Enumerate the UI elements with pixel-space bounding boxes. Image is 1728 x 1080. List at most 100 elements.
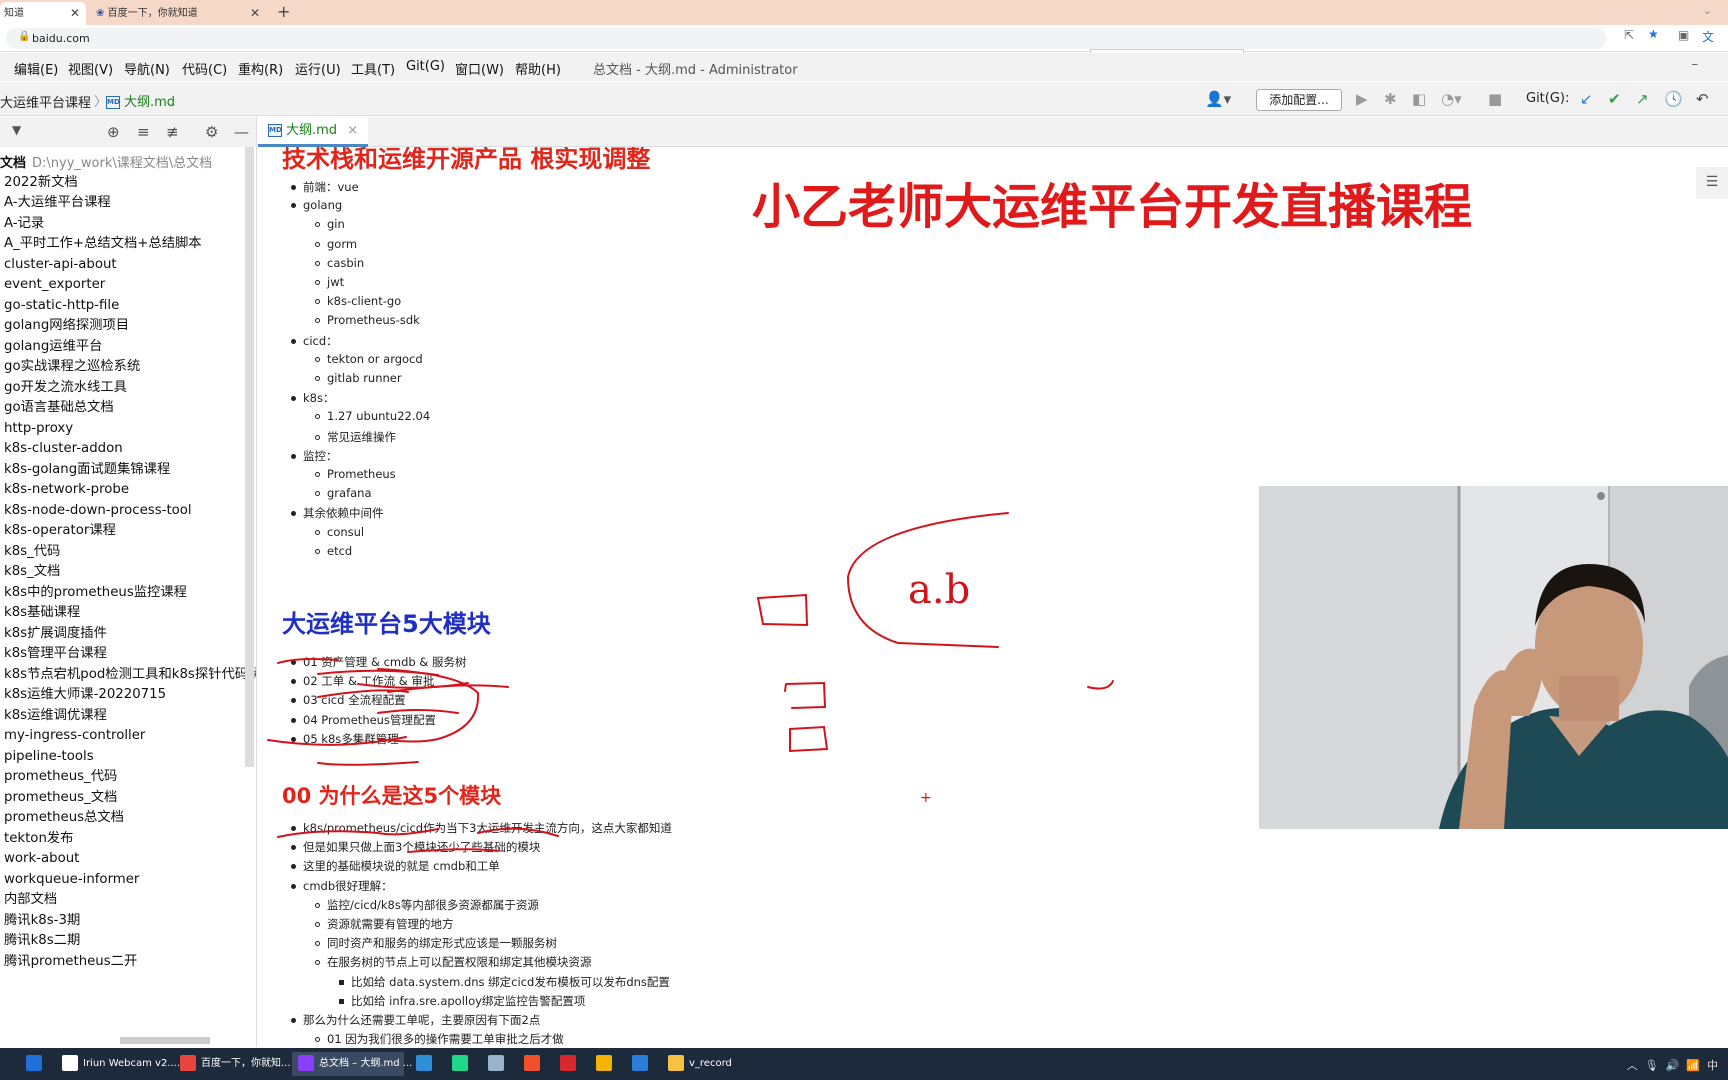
tree-item[interactable]: k8s节点宕机pod检测工具和k8s探针代码解 [4, 664, 256, 686]
taskbar-button[interactable]: Iriun Webcam v2.... [56, 1052, 180, 1076]
git-commit-icon[interactable]: ✔ [1608, 90, 1621, 108]
system-tray[interactable]: ︿ 🎙 🔊 📶 中 [1627, 1057, 1718, 1073]
tree-item[interactable]: golang运维平台 [4, 336, 102, 358]
chevron-down-icon[interactable]: ⌄ [1703, 4, 1712, 17]
tree-item[interactable]: work-about [4, 848, 79, 870]
expand-all-icon[interactable]: ≡ [137, 123, 150, 141]
menu-git[interactable]: Git(G) [406, 59, 445, 74]
horizontal-scrollbar[interactable] [120, 1037, 210, 1044]
git-update-icon[interactable]: ↙ [1580, 90, 1593, 108]
menu-help[interactable]: 帮助(H) [515, 59, 561, 78]
vertical-scrollbar[interactable] [245, 147, 254, 767]
close-icon[interactable]: ✕ [70, 2, 80, 25]
chevron-down-icon[interactable]: ▼ [12, 123, 21, 137]
tree-item[interactable]: k8s-operator课程 [4, 520, 116, 542]
share-icon[interactable]: ⇱ [1624, 28, 1634, 42]
taskbar-button[interactable] [20, 1052, 50, 1076]
collapse-all-icon[interactable]: ≢ [166, 123, 179, 141]
stop-icon[interactable]: ■ [1488, 90, 1502, 108]
menu-run[interactable]: 运行(U) [295, 59, 341, 78]
tree-item[interactable]: 2022新文档 [4, 172, 78, 194]
minimize-button[interactable]: – [1692, 57, 1699, 72]
tree-item[interactable]: k8s-golang面试题集锦课程 [4, 459, 170, 481]
tree-item[interactable]: event_exporter [4, 274, 105, 296]
taskbar-button[interactable] [482, 1052, 512, 1076]
tree-item[interactable]: A-记录 [4, 213, 44, 235]
tree-item[interactable]: k8s基础课程 [4, 602, 80, 624]
taskbar-button[interactable]: v_record [662, 1052, 774, 1076]
taskbar-button[interactable]: 百度一下，你就知... [174, 1052, 291, 1076]
tree-item[interactable]: k8s管理平台课程 [4, 643, 107, 665]
add-configuration-button[interactable]: 添加配置... [1256, 89, 1342, 111]
taskbar-button[interactable] [410, 1052, 440, 1076]
menu-tools[interactable]: 工具(T) [351, 59, 395, 78]
tree-item[interactable]: A-大运维平台课程 [4, 192, 111, 214]
tree-item[interactable]: prometheus_代码 [4, 766, 117, 788]
coverage-icon[interactable]: ◧ [1412, 90, 1426, 108]
taskbar-button[interactable] [626, 1052, 656, 1076]
tree-item[interactable]: 腾讯k8s-3期 [4, 910, 80, 932]
tree-item[interactable]: go语言基础总文档 [4, 397, 114, 419]
tree-item[interactable]: 腾讯prometheus二开 [4, 951, 137, 973]
debug-icon[interactable]: ✱ [1384, 90, 1397, 108]
hide-panel-icon[interactable]: — [234, 123, 249, 141]
menu-view[interactable]: 视图(V) [68, 59, 113, 78]
close-icon[interactable]: ✕ [250, 2, 260, 25]
tree-item[interactable]: golang网络探测项目 [4, 315, 129, 337]
menu-window[interactable]: 窗口(W) [455, 59, 504, 78]
tree-item[interactable]: k8s运维调优课程 [4, 705, 107, 727]
tree-item[interactable]: tekton发布 [4, 828, 73, 850]
tree-item[interactable]: k8s中的prometheus监控课程 [4, 582, 187, 604]
git-push-icon[interactable]: ↗ [1636, 90, 1649, 108]
tree-item[interactable]: workqueue-informer [4, 869, 139, 891]
breadcrumb-project[interactable]: 大运维平台课程 [0, 92, 91, 111]
tab-outline-md[interactable]: MD 大纲.md × [258, 117, 368, 147]
history-icon[interactable]: 🕓 [1664, 90, 1683, 108]
tree-item[interactable]: go实战课程之巡检系统 [4, 356, 140, 378]
user-icon[interactable]: 👤▾ [1205, 90, 1231, 108]
menu-refactor[interactable]: 重构(R) [238, 59, 283, 78]
tree-item[interactable]: cluster-api-about [4, 254, 117, 276]
tree-item[interactable]: k8s_文档 [4, 561, 60, 583]
menu-edit[interactable]: 编辑(E) [14, 59, 58, 78]
tree-item[interactable]: go开发之流水线工具 [4, 377, 127, 399]
profile-icon[interactable]: ◔▾ [1441, 90, 1462, 108]
tree-item[interactable]: pipeline-tools [4, 746, 94, 768]
translate-icon[interactable]: 文 [1702, 28, 1714, 45]
taskbar-button[interactable] [446, 1052, 476, 1076]
tree-item[interactable]: go-static-http-file [4, 295, 119, 317]
run-icon[interactable]: ▶ [1356, 90, 1368, 108]
tree-item[interactable]: 腾讯k8s二期 [4, 930, 80, 952]
tree-item[interactable]: my-ingress-controller [4, 725, 145, 747]
tree-item[interactable]: k8s扩展调度插件 [4, 623, 107, 645]
menu-navigate[interactable]: 导航(N) [124, 59, 170, 78]
tree-root[interactable]: 文档 D:\nyy_work\课程文档\总文档 [0, 152, 212, 171]
tab-label: 知道 [4, 8, 24, 19]
breadcrumb-file[interactable]: MD 大纲.md [106, 91, 175, 110]
extension-icon[interactable]: ▣ [1678, 28, 1689, 42]
tree-item[interactable]: k8s-node-down-process-tool [4, 500, 192, 522]
bookmark-star-icon[interactable]: ★ [1648, 27, 1659, 41]
tree-item[interactable]: prometheus_文档 [4, 787, 117, 809]
gear-icon[interactable]: ⚙ [205, 123, 218, 141]
new-tab-button[interactable]: + [277, 2, 290, 21]
locate-icon[interactable]: ⊕ [107, 123, 120, 141]
taskbar-button[interactable] [590, 1052, 620, 1076]
browser-tab-baidu[interactable]: ❀ 百度一下，你就知道 ✕ [92, 2, 266, 25]
tree-item[interactable]: A_平时工作+总结文档+总结脚本 [4, 233, 202, 255]
tree-item[interactable]: k8s-network-probe [4, 479, 129, 501]
tree-item[interactable]: prometheus总文档 [4, 807, 124, 829]
rollback-icon[interactable]: ↶ [1696, 90, 1709, 108]
browser-tab-zhidao[interactable]: 知道 ✕ [0, 2, 86, 25]
close-icon[interactable]: × [347, 123, 358, 138]
taskbar-button[interactable] [554, 1052, 584, 1076]
tree-item[interactable]: 内部文档 [4, 889, 57, 911]
taskbar-button[interactable] [518, 1052, 548, 1076]
taskbar-button[interactable]: 总文档 – 大纲.md ... [292, 1052, 412, 1076]
tree-item[interactable]: k8s_代码 [4, 541, 60, 563]
tree-item[interactable]: k8s-cluster-addon [4, 438, 123, 460]
menu-code[interactable]: 代码(C) [182, 59, 227, 78]
tree-item[interactable]: http-proxy [4, 418, 73, 440]
tree-item[interactable]: k8s运维大师课-20220715 [4, 684, 166, 706]
url-field[interactable]: 🔒 baidu.com [6, 28, 1606, 49]
